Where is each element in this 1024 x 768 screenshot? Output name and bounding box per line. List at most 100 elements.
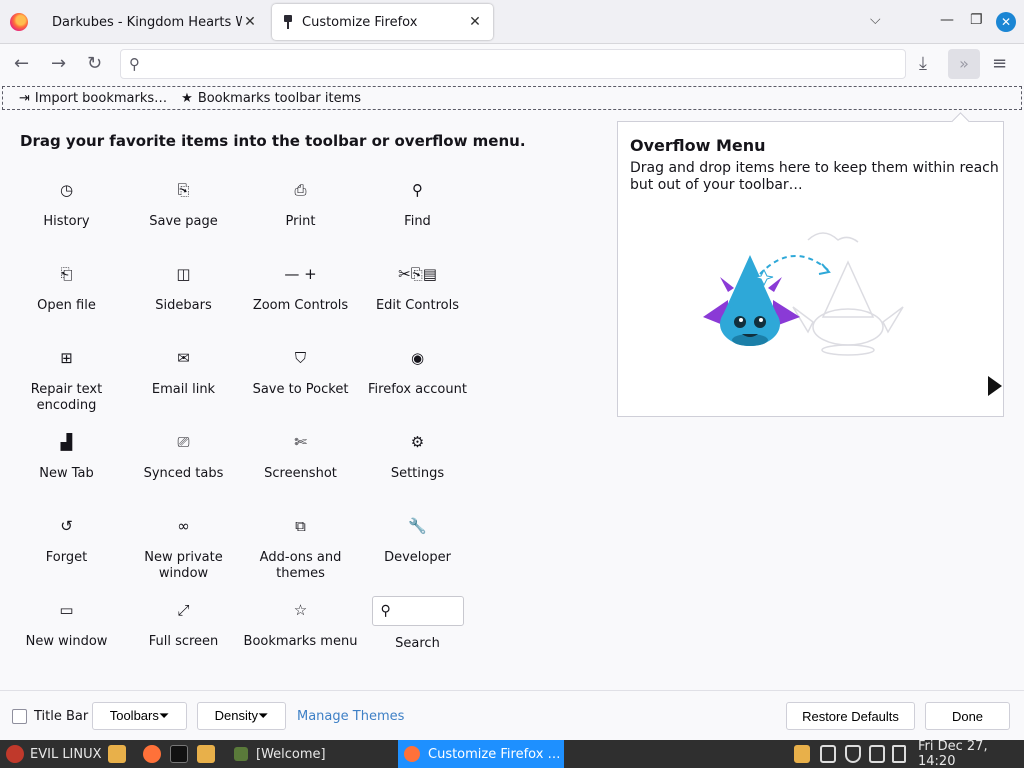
palette-item-label: Settings [390, 466, 445, 481]
palette-item-bookmarks-menu[interactable]: ☆ Bookmarks menu [242, 596, 359, 680]
paintbrush-icon [282, 15, 294, 29]
overflow-chevron-icon[interactable]: » [948, 49, 980, 79]
palette-item-label: New private window [144, 550, 223, 581]
palette-item-find[interactable]: ⚲ Find [359, 176, 476, 260]
palette-item-label: Developer [384, 550, 451, 565]
files-launcher[interactable] [108, 740, 126, 768]
palette-item-open-file[interactable]: ⎗ Open file [8, 260, 125, 344]
minimize-button[interactable]: — [940, 12, 954, 28]
palette-item-repair-text-encoding[interactable]: ⊞ Repair text encoding [8, 344, 125, 428]
title-bar-label[interactable]: Title Bar [34, 709, 88, 724]
network-icon[interactable] [869, 745, 885, 763]
page-heading: Drag your favorite items into the toolba… [20, 132, 526, 150]
palette-item-forget[interactable]: ↺ Forget [8, 512, 125, 596]
start-menu-button[interactable]: EVIL LINUX [6, 740, 102, 768]
navigation-toolbar: ← → ↻ ⚲ ⤓ » ≡ [0, 44, 1024, 84]
done-button[interactable]: Done [925, 702, 1010, 730]
customize-footer: Title Bar Toolbars⏷ Density⏷ Manage Them… [0, 690, 1024, 740]
clipboard-icon[interactable] [820, 745, 836, 763]
url-input[interactable] [151, 53, 891, 75]
clock-label: Fri Dec 27, 14:20 [918, 739, 988, 768]
synced-tabs-icon: ⎚ [177, 433, 190, 451]
toolbars-button[interactable]: Toolbars⏷ [92, 702, 187, 730]
fullscreen-icon: ⤢ [177, 601, 190, 619]
clock[interactable]: Fri Dec 27, 14:20 [918, 739, 1024, 768]
edit-icon: ✂⎘▤ [398, 265, 437, 283]
list-tabs-chevron-icon[interactable]: ⌵ [870, 12, 881, 28]
palette-item-save-page[interactable]: ⎘ Save page [125, 176, 242, 260]
palette-item-settings[interactable]: ⚙ Settings [359, 428, 476, 512]
tab-close-icon[interactable]: ✕ [242, 14, 258, 30]
palette-item-firefox-account[interactable]: ◉ Firefox account [359, 344, 476, 428]
palette-item-label: Zoom Controls [252, 298, 349, 313]
window-label: Customize Firefox … [428, 746, 561, 762]
palette-item-label: Save page [149, 214, 218, 229]
url-bar[interactable]: ⚲ [120, 49, 906, 79]
palette-item-new-tab[interactable]: ▟ New Tab [8, 428, 125, 512]
bookmarks-toolbar-items[interactable]: ★ Bookmarks toolbar items [181, 91, 361, 106]
palette-item-search[interactable]: ⚲ Search [359, 596, 476, 680]
file-manager-launcher[interactable] [197, 740, 215, 768]
palette-item-history[interactable]: ◷ History [8, 176, 125, 260]
star-icon: ★ [181, 90, 193, 106]
palette-item-screenshot[interactable]: ✄ Screenshot [242, 428, 359, 512]
palette-item-label: Print [285, 214, 316, 229]
clock-icon: ◷ [59, 181, 74, 199]
shield-icon[interactable] [845, 745, 861, 763]
downloads-icon[interactable]: ⤓ [919, 54, 927, 74]
palette-item-sidebars[interactable]: ◫ Sidebars [125, 260, 242, 344]
search-icon: ⚲ [129, 55, 140, 73]
palette-item-label: Search [395, 636, 440, 651]
palette-item-zoom-controls[interactable]: — + Zoom Controls [242, 260, 359, 344]
palette-item-label: History [43, 214, 90, 229]
palette-item-label: Find [404, 214, 431, 229]
palette-item-label: Add-ons and themes [259, 550, 342, 581]
palette-item-print[interactable]: ⎙ Print [242, 176, 359, 260]
gear-icon: ⚙ [410, 433, 425, 451]
tab-close-icon[interactable]: ✕ [467, 14, 483, 30]
manage-themes-link[interactable]: Manage Themes [297, 709, 404, 724]
import-bookmarks-item[interactable]: ⇥ Import bookmarks… [19, 91, 167, 106]
taskbar-welcome-window[interactable]: [Welcome] [234, 740, 326, 768]
palette-item-full-screen[interactable]: ⤢ Full screen [125, 596, 242, 680]
wrench-icon: 🔧 [408, 517, 427, 535]
palette-item-new-window[interactable]: ▭ New window [8, 596, 125, 680]
hamburger-menu-icon[interactable]: ≡ [992, 54, 1007, 74]
tab-customize-firefox[interactable]: Customize Firefox ✕ [272, 4, 493, 40]
reload-icon[interactable]: ↻ [87, 54, 102, 74]
palette-item-save-to-pocket[interactable]: ⛉ Save to Pocket [242, 344, 359, 428]
density-button[interactable]: Density⏷ [197, 702, 286, 730]
sidebar-icon: ◫ [176, 265, 191, 283]
volume-icon[interactable] [892, 745, 906, 763]
restore-defaults-button[interactable]: Restore Defaults [786, 702, 915, 730]
folder-icon [197, 745, 215, 763]
palette-item-edit-controls[interactable]: ✂⎘▤ Edit Controls [359, 260, 476, 344]
browser-launcher[interactable] [143, 740, 161, 768]
palette-item-email-link[interactable]: ✉ Email link [125, 344, 242, 428]
tab-darkubes[interactable]: Darkubes - Kingdom Hearts Wik ✕ [42, 4, 268, 40]
firefox-icon [143, 745, 161, 763]
save-page-icon: ⎘ [177, 181, 190, 199]
palette-item-add-ons-and-themes[interactable]: ⧉ Add-ons and themes [242, 512, 359, 596]
palette-item-new-private-window[interactable]: ∞ New private window [125, 512, 242, 596]
window-icon: ▭ [59, 601, 74, 619]
firefox-logo-icon[interactable] [10, 13, 28, 31]
mask-icon: ∞ [177, 517, 190, 535]
title-bar-checkbox[interactable] [12, 709, 27, 724]
palette-item-label: Email link [151, 382, 216, 397]
palette-item-synced-tabs[interactable]: ⎚ Synced tabs [125, 428, 242, 512]
pkg-icon[interactable] [794, 745, 810, 763]
maximize-button[interactable]: ❐ [970, 12, 983, 28]
terminal-launcher[interactable] [170, 740, 188, 768]
forward-arrow-icon[interactable]: → [51, 54, 66, 74]
palette-item-developer[interactable]: 🔧 Developer [359, 512, 476, 596]
import-icon: ⇥ [19, 90, 30, 106]
taskbar-firefox-window[interactable]: Customize Firefox … [398, 740, 564, 768]
mail-icon: ✉ [177, 349, 190, 367]
folder-icon [108, 745, 126, 763]
overflow-menu-title: Overflow Menu [630, 136, 766, 155]
overflow-menu-panel[interactable]: Overflow Menu Drag and drop items here t… [617, 121, 1004, 417]
window-close-button[interactable]: ✕ [996, 12, 1016, 32]
printer-icon: ⎙ [294, 181, 307, 199]
back-arrow-icon[interactable]: ← [14, 54, 29, 74]
